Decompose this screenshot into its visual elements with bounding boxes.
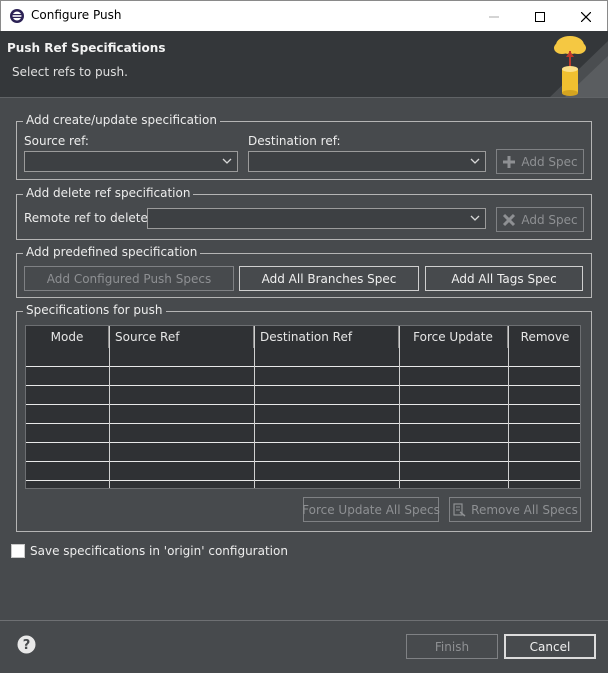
page-subtitle: Select refs to push. [12,65,128,79]
remove-all-specs-button[interactable]: Remove All Specs [449,497,581,522]
add-configured-push-specs-button[interactable]: Add Configured Push Specs [24,266,234,291]
close-window-button[interactable] [563,1,608,32]
minimize-button[interactable] [471,1,517,32]
maximize-button[interactable] [517,1,563,32]
add-spec-label: Add Spec [521,154,578,169]
push-banner-icon [550,36,608,97]
force-update-all-specs-label: Force Update All Specs [302,502,440,517]
remote-ref-label: Remote ref to delete: [24,211,152,225]
column-divider [109,326,110,488]
add-spec-button[interactable]: Add Spec [496,149,584,174]
chevron-down-icon [470,158,480,164]
column-header-label: Force Update [413,330,493,344]
add-all-branches-spec-label: Add All Branches Spec [261,271,397,286]
finish-label: Finish [434,639,470,654]
save-specifications-label: Save specifications in 'origin' configur… [30,544,288,558]
minimize-icon [489,16,499,17]
maximize-icon [535,11,545,22]
window-title-bar: Configure Push [0,0,608,31]
help-button[interactable]: ? [17,635,36,654]
delete-ref-group-label: Add delete ref specification [23,186,194,200]
column-header-force-update[interactable]: Force Update [399,326,508,348]
create-update-group-label: Add create/update specification [23,113,220,127]
source-ref-label: Source ref: [24,134,89,148]
specifications-group-label: Specifications for push [23,303,166,317]
column-divider [254,326,255,488]
column-header-label: Source Ref [115,330,180,344]
delete-x-icon [503,213,516,226]
column-header-label: Mode [50,330,84,344]
window-title: Configure Push [31,8,122,22]
column-divider [399,326,400,488]
eclipse-app-icon [9,8,25,24]
add-configured-push-specs-label: Add Configured Push Specs [46,271,212,286]
remove-all-icon [453,502,466,517]
force-update-all-specs-button[interactable]: Force Update All Specs [302,497,440,522]
svg-text:?: ? [23,638,31,653]
add-delete-spec-label: Add Spec [521,212,578,227]
destination-ref-combo[interactable] [248,151,486,172]
add-all-tags-spec-button[interactable]: Add All Tags Spec [425,266,583,291]
add-delete-spec-button[interactable]: Add Spec [496,207,584,232]
footer-divider [0,620,608,621]
column-divider [508,326,509,488]
column-header-label: Remove [520,330,570,344]
close-icon [581,11,591,22]
wizard-banner: Push Ref Specifications Select refs to p… [0,31,608,98]
predefined-group-label: Add predefined specification [23,245,201,259]
remote-ref-combo[interactable] [147,208,486,229]
column-header-label: Destination Ref [260,330,353,344]
save-specifications-option[interactable]: Save specifications in 'origin' configur… [11,544,288,558]
page-title: Push Ref Specifications [7,41,166,55]
column-header-source-ref[interactable]: Source Ref [109,326,254,348]
finish-button[interactable]: Finish [406,634,498,659]
add-all-branches-spec-button[interactable]: Add All Branches Spec [239,266,419,291]
plus-icon [503,155,516,168]
source-ref-combo[interactable] [24,151,238,172]
cancel-button[interactable]: Cancel [504,634,596,659]
chevron-down-icon [222,158,232,164]
help-icon: ? [17,635,36,654]
remove-all-specs-label: Remove All Specs [471,502,578,517]
specifications-table[interactable]: Mode Source Ref Destination Ref Force Up… [25,325,581,489]
chevron-down-icon [470,215,480,221]
destination-ref-label: Destination ref: [248,134,341,148]
column-header-remove[interactable]: Remove [508,326,580,348]
add-all-tags-spec-label: Add All Tags Spec [451,271,557,286]
column-header-destination-ref[interactable]: Destination Ref [254,326,399,348]
column-header-mode[interactable]: Mode [26,326,109,348]
cancel-label: Cancel [529,639,571,654]
save-specifications-checkbox[interactable] [11,544,25,558]
